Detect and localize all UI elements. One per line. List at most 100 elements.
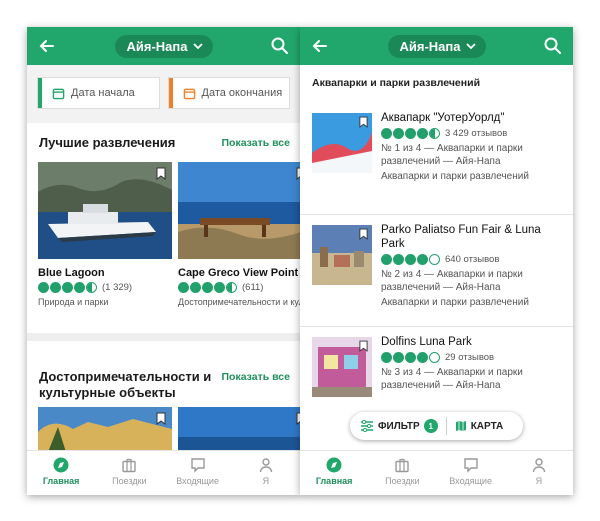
end-date-button[interactable]: Дата окончания [167,77,290,109]
bookmark-icon[interactable] [156,412,166,425]
attraction-photo [178,407,300,452]
rating-bubble [393,254,404,265]
nav-home[interactable]: Главная [300,451,368,495]
rating-bubble [429,352,440,363]
search-icon[interactable] [543,36,563,56]
item-rank: № 3 из 4 — Аквапарки и парки развлечений… [381,367,523,391]
list-item[interactable]: Parko Paliatso Fun Fair & Luna Park 640 … [300,215,573,327]
item-category: Аквапарки и парки развлечений [381,171,529,182]
item-title: Dolfins Luna Park [381,336,472,348]
list-item[interactable]: Аквапарк "УотерУорлд" 3 429 отзывов № 1 … [300,103,573,215]
rating-bubble [38,282,49,293]
attraction-photo [38,407,172,452]
section-title: Лучшие развлечения [39,135,176,150]
chevron-down-icon [465,43,476,50]
nav-trips-label: Поездки [385,476,420,486]
location-selector[interactable]: Айя-Напа [114,34,213,58]
item-rank: № 2 из 4 — Аквапарки и парки развлечений… [381,269,523,293]
nav-trips-label: Поездки [112,476,147,486]
rating-bubble [429,254,440,265]
attraction-card[interactable] [38,407,172,452]
suitcase-icon [395,458,410,473]
map-button[interactable]: КАРТА [455,420,503,432]
start-date-accent [38,78,42,108]
compass-icon [326,457,342,473]
nav-profile-label: Я [535,476,543,486]
attraction-card[interactable]: Cape Greco View Point (611) Достопримеча… [178,162,300,307]
bookmark-icon[interactable] [359,228,368,240]
nav-trips[interactable]: Поездки [95,451,163,495]
rating-bubble [417,128,428,139]
rating-bubble [393,128,404,139]
filter-label: ФИЛЬТР [378,420,420,432]
nav-profile[interactable]: Я [232,451,300,495]
end-date-accent [168,78,173,108]
rating-bubble [50,282,61,293]
list-title: Аквапарки и парки развлечений [312,77,481,89]
rating-bubble [405,128,416,139]
rating-bubbles: (1 329) [38,282,172,293]
rating-bubble [226,282,237,293]
nav-home-label: Главная [42,476,80,486]
top-bar: Айя-Напа [300,27,573,65]
rating-bubble [74,282,85,293]
nav-profile[interactable]: Я [505,451,573,495]
rating-bubble [381,352,392,363]
item-photo [312,113,372,173]
start-date-button[interactable]: Дата начала [37,77,160,109]
nav-home-label: Главная [315,476,353,486]
review-count: 640 отзывов [445,254,500,265]
nav-trips[interactable]: Поездки [368,451,436,495]
map-icon [455,421,466,431]
filter-count-badge: 1 [423,419,438,433]
attraction-photo [38,162,172,259]
home-screen: Айя-Напа Дата начала Дата окончания Лучш… [27,27,300,495]
attraction-name: Blue Lagoon [38,267,105,279]
item-category: Аквапарки и парки развлечений [381,297,529,308]
attraction-card[interactable] [178,407,300,452]
show-all-link[interactable]: Показать все [222,369,291,383]
rating-bubble [429,128,440,139]
attraction-category: Природа и парки [38,297,109,307]
nav-home[interactable]: Главная [27,451,95,495]
back-arrow-icon[interactable] [37,36,57,56]
bookmark-icon[interactable] [359,116,368,128]
item-rank: № 1 из 4 — Аквапарки и парки развлечений… [381,143,523,167]
rating-bubble [417,254,428,265]
section-title: Достопримечательности и культурные объек… [39,369,212,400]
filter-button[interactable]: ФИЛЬТР 1 [350,419,438,433]
attraction-card[interactable]: Blue Lagoon (1 329) Природа и парки [38,162,172,307]
review-count: 3 429 отзывов [445,128,508,139]
attraction-photo [178,162,300,259]
nav-inbox-label: Входящие [176,476,219,486]
attraction-name: Cape Greco View Point [178,267,299,279]
suitcase-icon [122,458,137,473]
item-title: Parko Paliatso Fun Fair & Luna Park [381,224,541,250]
person-icon [532,458,546,473]
rating-bubble [405,254,416,265]
nav-profile-label: Я [262,476,270,486]
date-selector-row: Дата начала Дата окончания [27,65,300,123]
nav-inbox[interactable]: Входящие [164,451,232,495]
chevron-down-icon [192,43,203,50]
location-label: Айя-Напа [399,38,461,54]
rating-bubble [405,352,416,363]
rating-bubbles: 29 отзывов [381,352,567,363]
rating-bubbles: (611) [178,282,300,293]
rating-bubble [381,254,392,265]
nav-inbox[interactable]: Входящие [437,451,505,495]
search-icon[interactable] [270,36,290,56]
location-label: Айя-Напа [126,38,188,54]
bookmark-icon[interactable] [156,167,166,180]
section-divider [27,333,300,341]
rating-bubbles: 640 отзывов [381,254,567,265]
calendar-icon [52,88,65,99]
show-all-link[interactable]: Показать все [222,135,291,149]
review-count: 29 отзывов [445,352,495,363]
bottom-navigation: Главная Поездки Входящие Я [300,450,573,495]
location-selector[interactable]: Айя-Напа [387,34,486,58]
back-arrow-icon[interactable] [310,36,330,56]
filter-divider [445,417,447,435]
bookmark-icon[interactable] [359,340,368,352]
attraction-category: Достопримечательности и культурные объек… [178,297,300,307]
